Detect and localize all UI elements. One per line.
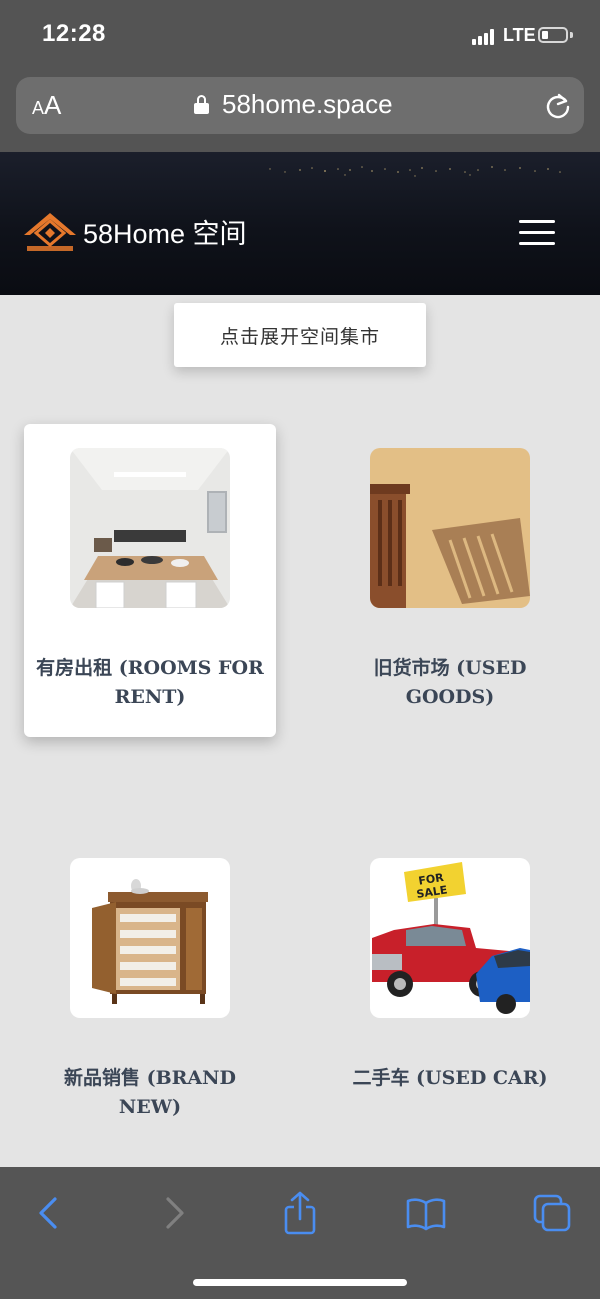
browser-chrome: AA 58home.space xyxy=(0,72,600,152)
wooden-chair-image xyxy=(370,448,530,608)
category-card-used-goods[interactable]: 旧货市场 (USED GOODS) xyxy=(324,424,576,737)
category-label[interactable]: 新品销售 (BRAND NEW) xyxy=(34,1064,266,1122)
category-card-rooms-for-rent[interactable]: 有房出租 (ROOMS FOR RENT) xyxy=(24,424,276,737)
back-icon[interactable] xyxy=(27,1191,71,1235)
site-header: 58Home 空间 xyxy=(0,152,600,295)
forward-icon[interactable] xyxy=(152,1191,196,1235)
category-label[interactable]: 有房出租 (ROOMS FOR RENT) xyxy=(34,654,266,712)
network-type: LTE xyxy=(503,25,536,45)
text-size-large: A xyxy=(44,90,62,120)
logo-icon xyxy=(24,213,76,251)
category-label[interactable]: 二手车 (USED CAR) xyxy=(334,1064,566,1093)
safari-toolbar xyxy=(0,1167,600,1299)
category-card-used-car[interactable]: FOR SALE 二手车 (USED CAR) xyxy=(324,834,576,1147)
status-time: 12:28 xyxy=(42,20,106,47)
tabs-icon[interactable] xyxy=(530,1191,574,1235)
share-icon[interactable] xyxy=(278,1191,322,1235)
city-lights-background xyxy=(269,166,561,177)
home-indicator[interactable] xyxy=(193,1279,407,1286)
signal-icon xyxy=(472,29,498,45)
address-bar[interactable]: AA 58home.space xyxy=(16,77,584,134)
battery-icon xyxy=(538,27,568,43)
expand-market-button[interactable]: 点击展开空间集市 xyxy=(174,303,426,367)
hamburger-menu-icon[interactable] xyxy=(519,220,555,246)
reload-icon[interactable] xyxy=(544,92,572,120)
shoe-cabinet-image xyxy=(70,858,230,1018)
cars-for-sale-image: FOR SALE xyxy=(370,858,530,1018)
battery-cap xyxy=(570,32,573,38)
bookmarks-icon[interactable] xyxy=(404,1191,448,1235)
text-size-button[interactable]: AA xyxy=(32,90,61,121)
status-bar: 12:28 LTE xyxy=(0,0,600,72)
url-text[interactable]: 58home.space xyxy=(222,89,393,120)
dining-room-image xyxy=(70,448,230,608)
category-label[interactable]: 旧货市场 (USED GOODS) xyxy=(334,654,566,712)
category-card-brand-new[interactable]: 新品销售 (BRAND NEW) xyxy=(24,834,276,1147)
lock-icon xyxy=(194,95,209,114)
site-title[interactable]: 58Home 空间 xyxy=(83,212,247,251)
text-size-small: A xyxy=(32,98,45,118)
